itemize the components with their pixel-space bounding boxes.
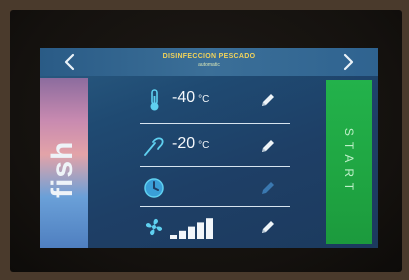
next-button[interactable] [336,51,360,73]
start-label: START [342,127,356,197]
probe-icon [144,137,164,156]
edit-temperature-icon[interactable] [258,90,278,110]
touch-screen: DISINFECCION PESCADO automatic fish -40 °… [40,48,378,248]
row-divider [140,123,290,124]
fan-level-bar [206,218,213,239]
timer-row[interactable] [132,170,292,208]
fan-icon [145,218,163,236]
fan-level-bar [197,222,204,239]
edit-probe-icon[interactable] [258,136,278,156]
edit-timer-icon[interactable] [258,178,278,198]
temperature-number: -40 [172,89,196,106]
temperature-row[interactable]: -40 °C [132,82,292,120]
clock-icon [144,178,164,198]
top-bar: DISINFECCION PESCADO automatic [40,48,378,76]
chevron-right-icon [343,53,354,71]
probe-unit: °C [198,140,210,151]
fan-level-bar [188,226,195,239]
edit-fan-icon[interactable] [258,217,278,237]
temperature-value: -40 °C [172,89,209,107]
probe-row[interactable]: -20 °C [132,128,292,166]
probe-value: -20 °C [172,135,209,153]
page-subtitle: automatic [198,62,220,68]
row-divider [140,206,290,207]
page-title: DISINFECCION PESCADO [162,53,256,60]
fan-level-bar [170,235,177,239]
probe-number: -20 [172,135,196,152]
row-divider [140,166,290,167]
temperature-unit: °C [198,94,210,105]
fan-speed-indicator [170,218,213,239]
brand-logo: fish [46,140,79,198]
brand-panel: fish [40,78,88,248]
fan-row[interactable] [132,209,292,247]
previous-button[interactable] [58,51,82,73]
start-button[interactable]: START [326,80,372,244]
thermometer-icon [150,89,159,111]
fan-level-bar [179,230,186,239]
chevron-left-icon [64,53,75,71]
